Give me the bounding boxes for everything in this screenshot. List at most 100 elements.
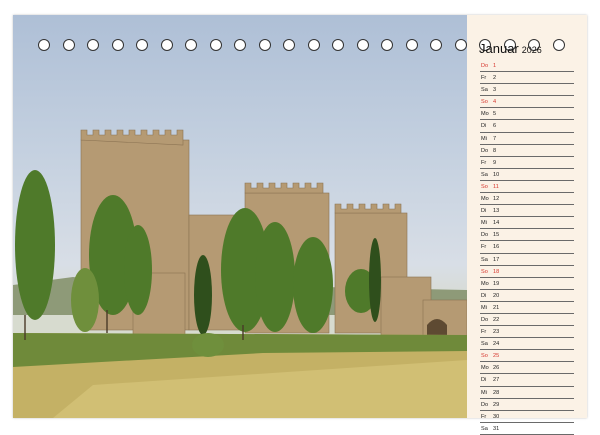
weekday-label: Do (481, 63, 489, 69)
weekday-label: Sa (481, 256, 488, 263)
weekday-label: Sa (481, 425, 488, 432)
day-row: Do 22 (480, 314, 574, 327)
day-row: Sa 10 (480, 169, 574, 181)
weekday-label: So (481, 268, 488, 275)
binding-ring-icon (356, 39, 369, 51)
day-row: So 25 (480, 350, 574, 363)
weekday-label: So (481, 99, 488, 106)
day-row: Sa 17 (480, 254, 574, 266)
day-row: Sa 3 (480, 84, 574, 97)
binding-ring-icon (87, 39, 99, 51)
day-number: 3 (493, 87, 497, 94)
day-number: 6 (493, 123, 497, 130)
day-number: 17 (493, 256, 500, 263)
day-number: 18 (493, 268, 500, 275)
day-row: Fr 2 (480, 72, 574, 85)
day-row: Mo 5 (480, 108, 574, 121)
weekday-label: Mo (481, 280, 489, 287)
binding-ring-icon (381, 39, 393, 51)
day-number: 31 (493, 425, 500, 432)
day-row: Di 13 (480, 205, 574, 218)
weekday-label: Do (481, 316, 489, 323)
day-number: 15 (493, 232, 500, 239)
day-row: Do 1 (480, 60, 574, 73)
binding-ring-icon (430, 39, 442, 51)
castle-landscape-illustration (13, 129, 467, 418)
day-number: 9 (493, 159, 497, 166)
day-row: Fr 16 (480, 241, 574, 254)
day-number: 30 (493, 413, 500, 420)
weekday-label: So (481, 183, 488, 190)
year-label: 2026 (521, 45, 542, 55)
day-number: 5 (493, 111, 497, 118)
weekday-label: Fr (481, 75, 487, 82)
day-row: Sa 24 (480, 338, 574, 351)
binding-ring-icon (234, 39, 246, 51)
day-row: So 18 (480, 266, 574, 278)
day-number: 16 (493, 244, 500, 251)
day-row: Do 8 (480, 145, 574, 157)
day-row: So 4 (480, 96, 574, 109)
weekday-label: Mo (481, 196, 489, 203)
day-number: 14 (493, 220, 500, 227)
weekday-label: Mi (481, 389, 487, 396)
day-row: Sa 31 (480, 423, 574, 435)
weekday-label: Sa (481, 87, 488, 94)
month-label: Januar (479, 41, 519, 56)
binding-ring-icon (454, 39, 467, 51)
weekday-label: Mi (481, 135, 487, 142)
binding-ring-icon (332, 39, 344, 51)
binding-ring-icon (307, 39, 320, 51)
day-number: 1 (493, 63, 497, 69)
day-row: Di 6 (480, 120, 574, 133)
day-number: 22 (493, 316, 500, 323)
weekday-label: Sa (481, 341, 488, 348)
day-number: 12 (493, 196, 500, 203)
day-row: Fr 23 (480, 326, 574, 339)
day-row: Do 15 (480, 229, 574, 242)
weekday-label: Fr (481, 413, 487, 420)
weekday-label: Mi (481, 304, 487, 311)
binding-ring-icon (111, 39, 124, 51)
day-number: 21 (493, 304, 500, 311)
day-number: 25 (493, 353, 500, 360)
day-row: So 11 (480, 181, 574, 194)
month-header: Januar 2026 (479, 41, 579, 57)
weekday-label: Di (481, 292, 487, 299)
binding-ring-icon (258, 39, 271, 51)
binding-ring-icon (283, 39, 295, 51)
day-row: Mi 21 (480, 302, 574, 314)
day-number: 29 (493, 401, 500, 408)
day-row: Mo 26 (480, 362, 574, 375)
binding-ring-icon (62, 39, 75, 51)
weekday-label: Do (481, 147, 489, 154)
binding-ring-icon (209, 39, 222, 51)
day-row: Mi 7 (480, 133, 574, 145)
day-number: 13 (493, 208, 500, 215)
day-number: 27 (493, 377, 500, 384)
day-number: 11 (493, 183, 499, 190)
day-row: Di 20 (480, 290, 574, 302)
calendar-column: Januar 2026 Do 1 Fr 2 Sa 3 So 4 Mo 5 Di 6 Mi 7 Do 8 Fr 9 Sa… (467, 15, 587, 435)
weekday-label: Do (481, 232, 489, 239)
day-row: Mi 28 (480, 387, 574, 399)
castle-photo (13, 15, 467, 418)
binding-ring-icon (405, 39, 418, 51)
day-row: Fr 30 (480, 411, 574, 423)
calendar-page: Januar 2026 Do 1 Fr 2 Sa 3 So 4 Mo 5 Di 6 Mi 7 Do 8 Fr 9 Sa… (13, 15, 587, 435)
day-row: Mo 19 (480, 278, 574, 290)
day-row: Di 27 (480, 374, 574, 387)
day-row: Do 29 (480, 399, 574, 411)
binding-ring-icon (38, 39, 50, 51)
day-number: 23 (493, 329, 500, 336)
day-number: 28 (493, 389, 500, 396)
weekday-label: Mo (481, 111, 489, 118)
weekday-label: Di (481, 377, 487, 384)
weekday-label: Mo (481, 365, 489, 372)
binding-ring-icon (185, 39, 197, 51)
weekday-label: Sa (481, 171, 488, 178)
day-row: Mi 14 (480, 217, 574, 230)
day-number: 4 (493, 99, 497, 106)
weekday-label: Mi (481, 220, 487, 227)
weekday-label: Fr (481, 329, 487, 336)
